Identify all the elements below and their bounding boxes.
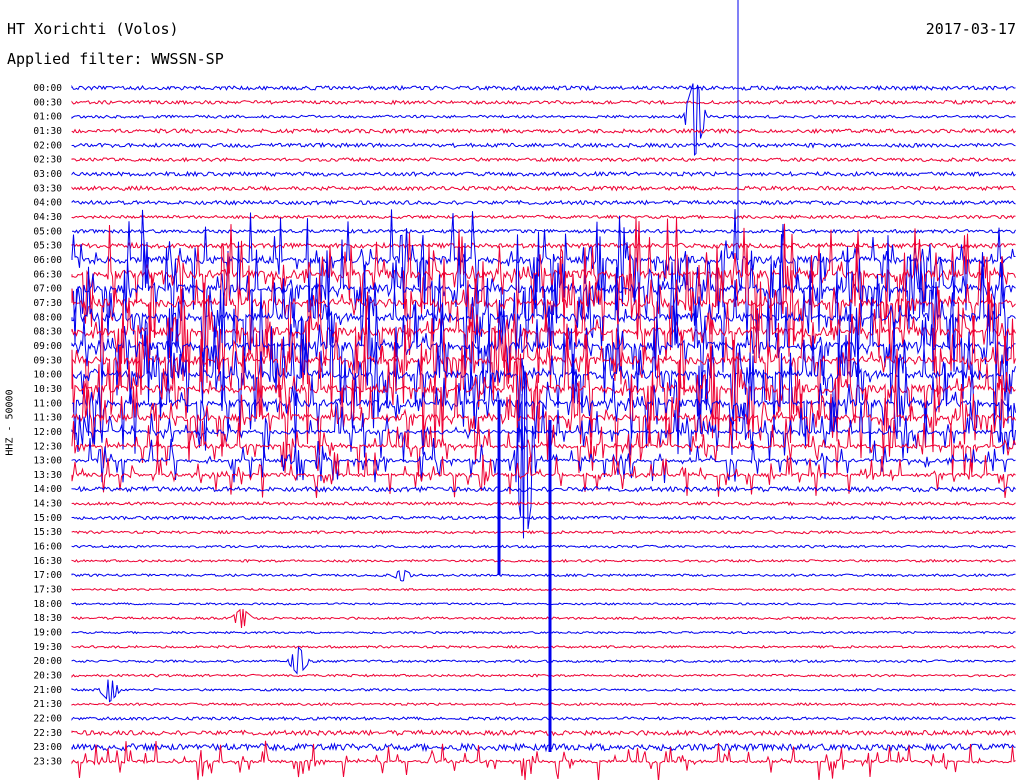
row-label: 17:00 [33, 570, 62, 581]
row-label: 22:00 [33, 714, 62, 725]
row-label: 00:30 [33, 97, 62, 108]
row-label: 21:30 [33, 699, 62, 710]
trace-line [71, 127, 1016, 135]
row-label: 04:30 [33, 212, 62, 223]
row-label: 11:00 [33, 398, 62, 409]
trace-line [71, 485, 1016, 494]
row-label: 12:30 [33, 441, 62, 452]
trace-line [71, 185, 1016, 192]
trace-line [71, 679, 1016, 703]
trace-line [71, 602, 1016, 606]
row-label: 09:30 [33, 355, 62, 366]
trace-line [71, 729, 1016, 737]
helicorder-plot: 00:00 00:30 01:00 01:30 02:00 02:30 03:00 03:30… [33, 0, 1016, 780]
row-label: 18:00 [33, 599, 62, 610]
trace-line [71, 515, 1016, 521]
trace-line [71, 587, 1016, 592]
trace-line [71, 630, 1016, 635]
row-label: 01:00 [33, 112, 62, 123]
row-label: 20:30 [33, 671, 62, 682]
row-label: 07:00 [33, 284, 62, 295]
row-label: 22:30 [33, 728, 62, 739]
row-label: 07:30 [33, 298, 62, 309]
row-label: 14:30 [33, 499, 62, 510]
row-label: 08:00 [33, 312, 62, 323]
trace-line [71, 501, 1016, 507]
trace-line [71, 608, 1016, 628]
trace-line [71, 544, 1016, 549]
row-label: 16:30 [33, 556, 62, 567]
trace-line [71, 99, 1016, 106]
row-label: 00:00 [33, 83, 62, 94]
row-label: 21:00 [33, 685, 62, 696]
row-label: 11:30 [33, 413, 62, 424]
row-label: 09:00 [33, 341, 62, 352]
trace-line [71, 673, 1016, 678]
row-label: 03:00 [33, 169, 62, 180]
trace-line [71, 83, 1016, 157]
trace-line [71, 716, 1016, 722]
row-label: 06:30 [33, 269, 62, 280]
row-label: 14:00 [33, 484, 62, 495]
trace-line [71, 228, 1016, 234]
row-label: 16:00 [33, 542, 62, 553]
row-label: 12:00 [33, 427, 62, 438]
row-label: 13:00 [33, 456, 62, 467]
row-label: 08:30 [33, 327, 62, 338]
row-label: 04:00 [33, 198, 62, 209]
trace-line [71, 558, 1016, 564]
row-label: 18:30 [33, 613, 62, 624]
trace-line [71, 84, 1016, 92]
row-label: 10:30 [33, 384, 62, 395]
row-label: 01:30 [33, 126, 62, 137]
trace-line [71, 529, 1016, 535]
row-label: 06:00 [33, 255, 62, 266]
row-label: 02:30 [33, 155, 62, 166]
row-label: 13:30 [33, 470, 62, 481]
row-label: 15:00 [33, 513, 62, 524]
trace-line [71, 214, 1016, 220]
row-label: 20:00 [33, 656, 62, 667]
row-label: 17:30 [33, 585, 62, 596]
row-label: 05:00 [33, 226, 62, 237]
seismic-traces [71, 0, 1016, 780]
row-label: 23:00 [33, 742, 62, 753]
trace-line [71, 742, 1016, 753]
row-label: 15:30 [33, 527, 62, 538]
trace-line [71, 702, 1016, 707]
trace-line [71, 569, 1016, 582]
trace-line [71, 646, 1016, 675]
trace-line [71, 644, 1016, 649]
trace-line [71, 156, 1016, 163]
trace-line [71, 199, 1016, 206]
row-label: 19:00 [33, 628, 62, 639]
row-label: 05:30 [33, 241, 62, 252]
row-labels: 00:00 00:30 01:00 01:30 02:00 02:30 03:00 03:30… [33, 83, 62, 768]
row-label: 23:30 [33, 757, 62, 768]
row-label: 10:00 [33, 370, 62, 381]
row-label: 19:30 [33, 642, 62, 653]
trace-line [71, 142, 1016, 149]
row-label: 03:30 [33, 183, 62, 194]
trace-line [71, 170, 1016, 178]
row-label: 02:00 [33, 140, 62, 151]
